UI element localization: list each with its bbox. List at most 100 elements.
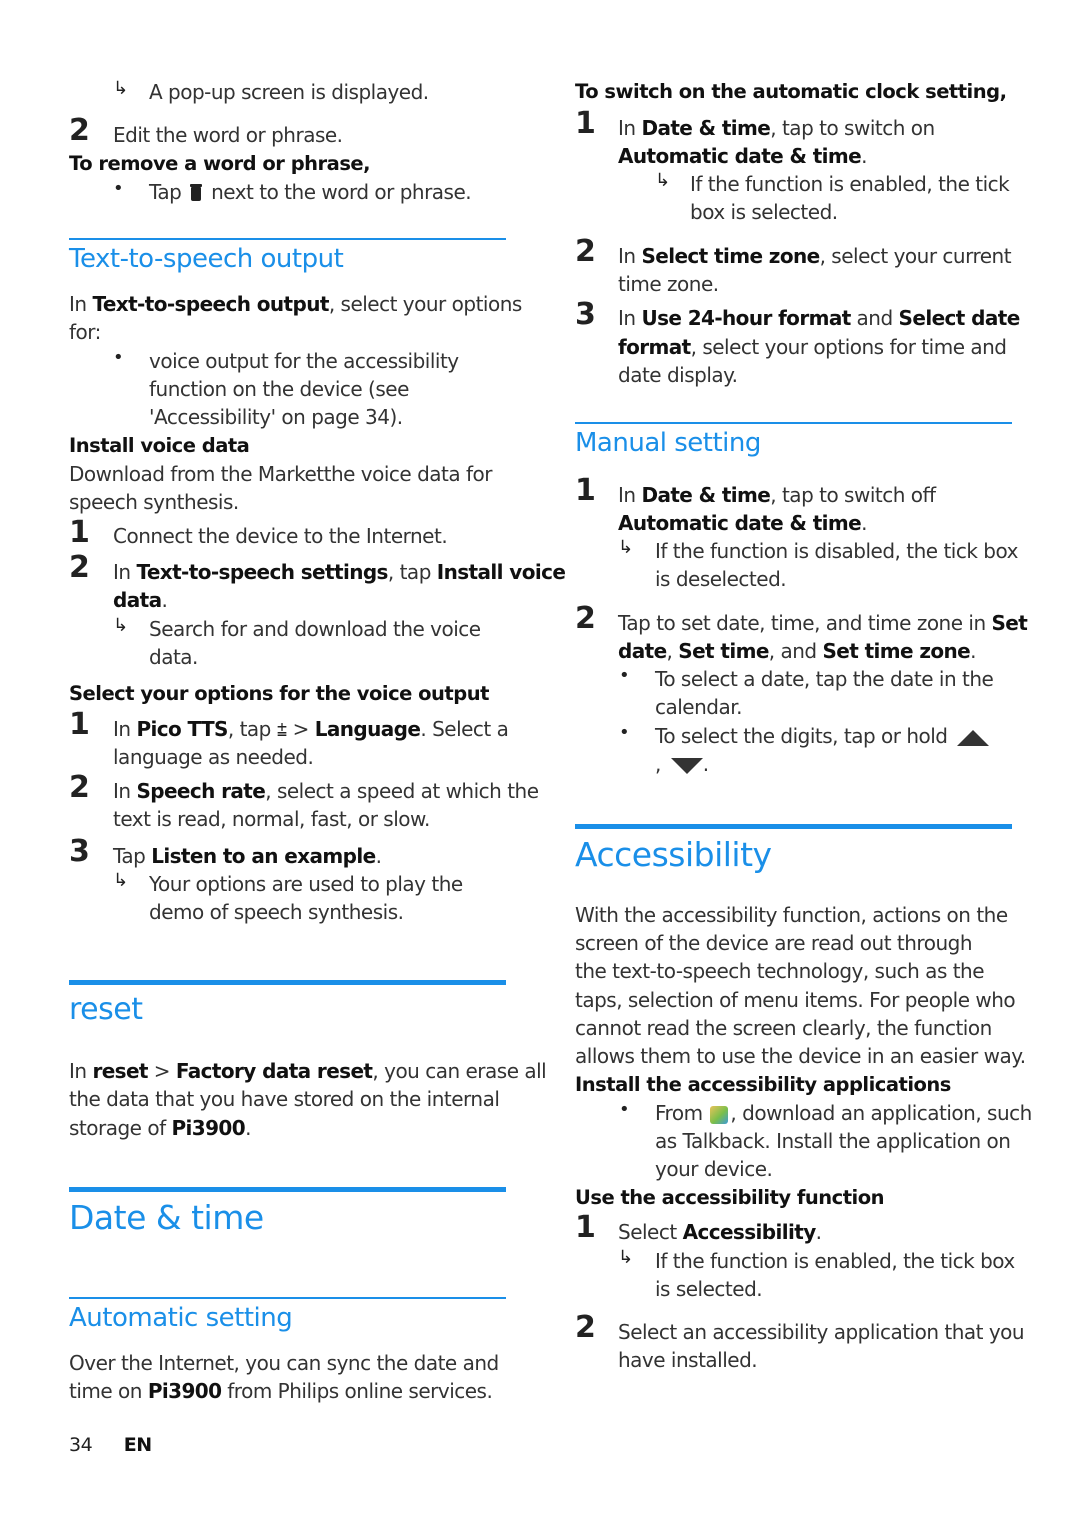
ui-term: Date & time bbox=[641, 116, 771, 140]
chapter-heading-accessibility: Accessibility bbox=[575, 835, 772, 874]
model-name: Pi3900 bbox=[147, 1379, 222, 1403]
tts-intro-line2: for: bbox=[69, 320, 101, 344]
ui-term: format bbox=[618, 335, 691, 359]
step-number: 3 bbox=[575, 297, 596, 332]
step-text: Connect the device to the Internet. bbox=[113, 524, 448, 548]
text: . bbox=[970, 639, 977, 663]
bullet-text: To select a date, tap the date in the bbox=[655, 667, 994, 691]
step-number: 2 bbox=[69, 770, 90, 805]
text: , tap to switch on bbox=[770, 116, 935, 140]
install-accessibility-label: Install the accessibility applications bbox=[575, 1073, 951, 1096]
section-heading-manual-setting: Manual setting bbox=[575, 428, 761, 458]
install-voice-data-label: Install voice data bbox=[69, 434, 250, 457]
result-arrow-icon: ↳ bbox=[618, 1247, 634, 1268]
text: > bbox=[292, 717, 310, 741]
ui-term: Install voice bbox=[436, 560, 566, 584]
section-heading-automatic-setting: Automatic setting bbox=[69, 1303, 293, 1333]
ui-term: reset bbox=[92, 1059, 148, 1083]
ui-term: Automatic date & time bbox=[618, 144, 862, 168]
trash-icon bbox=[190, 183, 203, 201]
step-text-line2: time zone. bbox=[618, 272, 719, 296]
step-number: 1 bbox=[575, 106, 596, 141]
tts-intro: In Text-to-speech output, select your op… bbox=[69, 290, 522, 319]
section-divider bbox=[575, 422, 1012, 424]
result-text: If the function is disabled, the tick bo… bbox=[655, 539, 1018, 563]
step-text: Tap to set date, time, and time zone in … bbox=[618, 609, 1028, 638]
ui-term: Listen to an example bbox=[151, 844, 376, 868]
text: , bbox=[655, 752, 661, 776]
text: > bbox=[153, 1059, 171, 1083]
step-text-line2: format, select your options for time and bbox=[618, 333, 1012, 362]
ui-term: Pico TTS bbox=[136, 717, 228, 741]
bullet-text: To select the digits, tap or hold bbox=[655, 722, 1012, 751]
step-text: In Speech rate, select a speed at which … bbox=[113, 777, 539, 806]
step-text-line2: language as needed. bbox=[113, 745, 314, 769]
text: Tap to set date, time, and time zone in bbox=[618, 611, 986, 635]
remove-bullet-post: next to the word or phrase. bbox=[211, 180, 472, 204]
text: In bbox=[113, 779, 131, 803]
auto-setting-text: Over the Internet, you can sync the date… bbox=[69, 1351, 499, 1375]
text: In bbox=[69, 292, 87, 316]
step-text: In Select time zone, select your current bbox=[618, 242, 1012, 271]
text: From bbox=[655, 1101, 703, 1125]
step-number: 1 bbox=[575, 473, 596, 508]
step-number: 2 bbox=[69, 550, 90, 585]
result-arrow-icon: ↳ bbox=[113, 78, 129, 99]
tts-bullet-line: voice output for the accessibility bbox=[149, 349, 459, 373]
text: In bbox=[113, 560, 131, 584]
install-desc-line: speech synthesis. bbox=[69, 490, 239, 514]
arrow-up-icon bbox=[957, 729, 990, 746]
accessibility-intro-line: With the accessibility function, actions… bbox=[575, 903, 1008, 927]
text: Tap bbox=[113, 844, 146, 868]
text: , tap bbox=[387, 560, 432, 584]
ui-term: Automatic date & time bbox=[618, 511, 862, 535]
text: Select bbox=[618, 1220, 677, 1244]
text: , select your current bbox=[819, 244, 1012, 268]
language-code: EN bbox=[123, 1434, 152, 1456]
chapter-heading-date-time: Date & time bbox=[69, 1198, 264, 1237]
install-bullet-text: From , download an application, such bbox=[655, 1099, 1032, 1128]
model-name: Pi3900 bbox=[171, 1116, 246, 1140]
step-text-line2: have installed. bbox=[618, 1348, 758, 1372]
result-arrow-icon: ↳ bbox=[655, 170, 671, 191]
step-text-line2: data. bbox=[113, 586, 506, 615]
step-number: 2 bbox=[575, 601, 596, 636]
step-text: In Use 24-hour format and Select date bbox=[618, 304, 1020, 333]
use-accessibility-label: Use the accessibility function bbox=[575, 1186, 885, 1209]
accessibility-intro-line: cannot read the screen clearly, the func… bbox=[575, 1016, 992, 1040]
ui-term: Set time zone bbox=[822, 639, 971, 663]
text: , and bbox=[768, 639, 817, 663]
arrow-down-icon bbox=[670, 757, 703, 774]
ui-term: Use 24-hour format bbox=[641, 306, 851, 330]
text: , you can erase all bbox=[372, 1059, 547, 1083]
text: , download an application, such bbox=[730, 1101, 1032, 1125]
result-text: data. bbox=[149, 645, 198, 669]
result-text: If the function is enabled, the tick bbox=[690, 172, 1010, 196]
reset-text-line3: storage of Pi3900. bbox=[69, 1114, 506, 1143]
result-arrow-icon: ↳ bbox=[618, 537, 634, 558]
result-text: A pop-up screen is displayed. bbox=[149, 80, 429, 104]
step-text-line2: Automatic date & time. bbox=[618, 509, 1012, 538]
step-number: 3 bbox=[69, 834, 90, 869]
install-bullet-text-line2: as Talkback. Install the application on bbox=[655, 1129, 1011, 1153]
install-desc-line: Download from the Marketthe voice data f… bbox=[69, 462, 492, 486]
step-text: Select an accessibility application that… bbox=[618, 1320, 1025, 1344]
ui-term: date bbox=[618, 639, 667, 663]
text: . bbox=[702, 752, 709, 776]
result-arrow-icon: ↳ bbox=[113, 870, 129, 891]
bullet-icon: • bbox=[619, 665, 630, 686]
text: storage of bbox=[69, 1116, 166, 1140]
reset-text-line2: the data that you have stored on the int… bbox=[69, 1087, 500, 1111]
text: , tap bbox=[227, 717, 272, 741]
step-text-line2: text is read, normal, fast, or slow. bbox=[113, 807, 430, 831]
step-number: 2 bbox=[69, 113, 90, 148]
install-bullet-text-line3: your device. bbox=[655, 1157, 773, 1181]
bullet-icon: • bbox=[113, 347, 124, 368]
text: In bbox=[113, 717, 131, 741]
bullet-text: calendar. bbox=[655, 695, 742, 719]
ui-term: Date & time bbox=[641, 483, 771, 507]
section-heading-tts: Text-to-speech output bbox=[69, 244, 344, 274]
page-number: 34 bbox=[69, 1434, 93, 1456]
text: . bbox=[861, 144, 867, 168]
chapter-divider bbox=[69, 1187, 506, 1192]
